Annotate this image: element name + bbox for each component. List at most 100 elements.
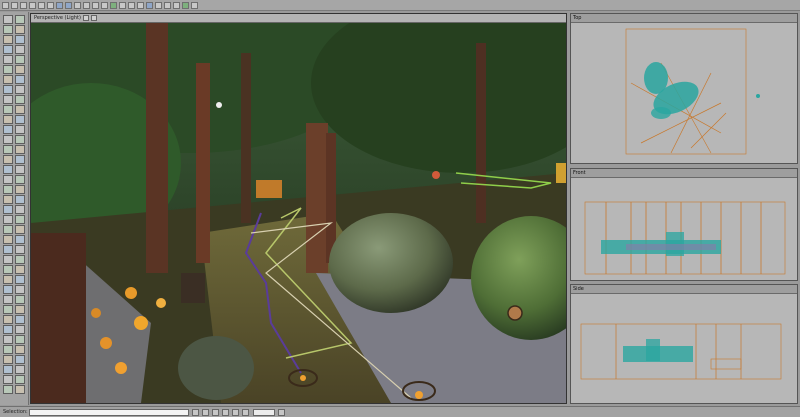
edge-tool-icon[interactable] [15, 35, 25, 44]
bevel-tool-icon[interactable] [15, 385, 25, 394]
save-icon[interactable] [20, 1, 27, 9]
front-view-wireframe[interactable] [571, 178, 797, 280]
unlink-tool-icon[interactable] [15, 215, 25, 224]
extrude-tool-icon[interactable] [3, 165, 13, 174]
viewport-maximize-icon[interactable] [82, 15, 89, 21]
cone-tool-icon[interactable] [15, 65, 25, 74]
forest-scene-render[interactable] [31, 23, 566, 403]
bone-tool-icon[interactable] [3, 335, 13, 344]
material-tool-icon[interactable] [3, 115, 13, 124]
weld-tool-icon[interactable] [3, 175, 13, 184]
snap-toggle-icon[interactable] [222, 408, 229, 416]
uv-tool-icon[interactable] [15, 355, 25, 364]
bevel-tool-icon[interactable] [15, 155, 25, 164]
ik-tool-icon[interactable] [15, 335, 25, 344]
scale-tool-icon[interactable] [15, 255, 25, 264]
viewport-close-icon[interactable] [90, 15, 97, 21]
light-tool-icon[interactable] [3, 85, 13, 94]
texture-icon[interactable] [173, 1, 180, 9]
plane-tool-icon[interactable] [3, 305, 13, 314]
path-tool-icon[interactable] [3, 95, 13, 104]
torus-tool-icon[interactable] [15, 75, 25, 84]
perspective-viewport[interactable]: Perspective (Light) [30, 13, 567, 404]
scale-icon[interactable] [101, 1, 108, 9]
snap-tool-icon[interactable] [3, 185, 13, 194]
select-tool-icon[interactable] [3, 245, 13, 254]
edge-tool-icon[interactable] [15, 265, 25, 274]
array-tool-icon[interactable] [3, 155, 13, 164]
cone-tool-icon[interactable] [15, 295, 25, 304]
material-icon[interactable] [164, 1, 171, 9]
side-view-panel[interactable]: Side [570, 284, 798, 404]
value-field[interactable] [253, 408, 275, 416]
sphere-tool-icon[interactable] [3, 285, 13, 294]
scale-tool-icon[interactable] [15, 25, 25, 34]
undo-icon[interactable] [56, 1, 63, 9]
settings-icon[interactable] [191, 1, 198, 9]
cut-icon[interactable] [29, 1, 36, 9]
cube-tool-icon[interactable] [15, 55, 25, 64]
paste-icon[interactable] [47, 1, 54, 9]
material-tool-icon[interactable] [3, 345, 13, 354]
group-tool-icon[interactable] [3, 205, 13, 214]
ik-tool-icon[interactable] [15, 105, 25, 114]
object-tool-icon[interactable] [15, 275, 25, 284]
grid-toggle-icon[interactable] [232, 408, 239, 416]
sphere-tool-icon[interactable] [3, 55, 13, 64]
boolean-tool-icon[interactable] [3, 145, 13, 154]
rotate-icon[interactable] [92, 1, 99, 9]
front-view-panel[interactable]: Front [570, 168, 798, 281]
texture-tool-icon[interactable] [15, 345, 25, 354]
next-icon[interactable] [202, 408, 209, 416]
object-tool-icon[interactable] [15, 45, 25, 54]
copy-icon[interactable] [38, 1, 45, 9]
unhide-tool-icon[interactable] [15, 195, 25, 204]
open-file-icon[interactable] [11, 1, 18, 9]
smooth-tool-icon[interactable] [15, 175, 25, 184]
uv-tool-icon[interactable] [15, 125, 25, 134]
lock-icon[interactable] [212, 408, 219, 416]
command-input[interactable] [29, 408, 189, 416]
side-view-wireframe[interactable] [571, 294, 797, 403]
anim-tool-icon[interactable] [3, 235, 13, 244]
deform-tool-icon[interactable] [15, 135, 25, 144]
key-tool-icon[interactable] [15, 235, 25, 244]
cylinder-tool-icon[interactable] [3, 65, 13, 74]
face-tool-icon[interactable] [3, 45, 13, 54]
preview-tool-icon[interactable] [15, 225, 25, 234]
snap-icon[interactable] [146, 1, 153, 9]
spline-tool-icon[interactable] [15, 325, 25, 334]
move-tool-icon[interactable] [15, 245, 25, 254]
grid-icon[interactable] [137, 1, 144, 9]
vertex-tool-icon[interactable] [3, 265, 13, 274]
deform-tool-icon[interactable] [15, 365, 25, 374]
select-icon[interactable] [74, 1, 81, 9]
spline-tool-icon[interactable] [15, 95, 25, 104]
light-tool-icon[interactable] [3, 315, 13, 324]
camera-tool-icon[interactable] [15, 315, 25, 324]
zoom-icon[interactable] [278, 408, 285, 416]
render-icon[interactable] [110, 1, 117, 9]
render-tool-icon[interactable] [3, 225, 13, 234]
hide-tool-icon[interactable] [3, 195, 13, 204]
move-tool-icon[interactable] [15, 15, 25, 24]
top-view-wireframe[interactable] [571, 23, 797, 163]
knife-tool-icon[interactable] [15, 165, 25, 174]
cylinder-tool-icon[interactable] [3, 295, 13, 304]
face-tool-icon[interactable] [3, 275, 13, 284]
new-file-icon[interactable] [2, 1, 9, 9]
measure-tool-icon[interactable] [15, 185, 25, 194]
rotate-tool-icon[interactable] [3, 255, 13, 264]
ungroup-tool-icon[interactable] [15, 205, 25, 214]
move-icon[interactable] [83, 1, 90, 9]
vertex-tool-icon[interactable] [3, 35, 13, 44]
path-tool-icon[interactable] [3, 325, 13, 334]
paint-tool-icon[interactable] [3, 355, 13, 364]
bone-tool-icon[interactable] [3, 105, 13, 114]
paint-tool-icon[interactable] [3, 125, 13, 134]
mirror-tool-icon[interactable] [15, 145, 25, 154]
array-tool-icon[interactable] [3, 385, 13, 394]
rotate-tool-icon[interactable] [3, 25, 13, 34]
lattice-tool-icon[interactable] [3, 365, 13, 374]
select-tool-icon[interactable] [3, 15, 13, 24]
